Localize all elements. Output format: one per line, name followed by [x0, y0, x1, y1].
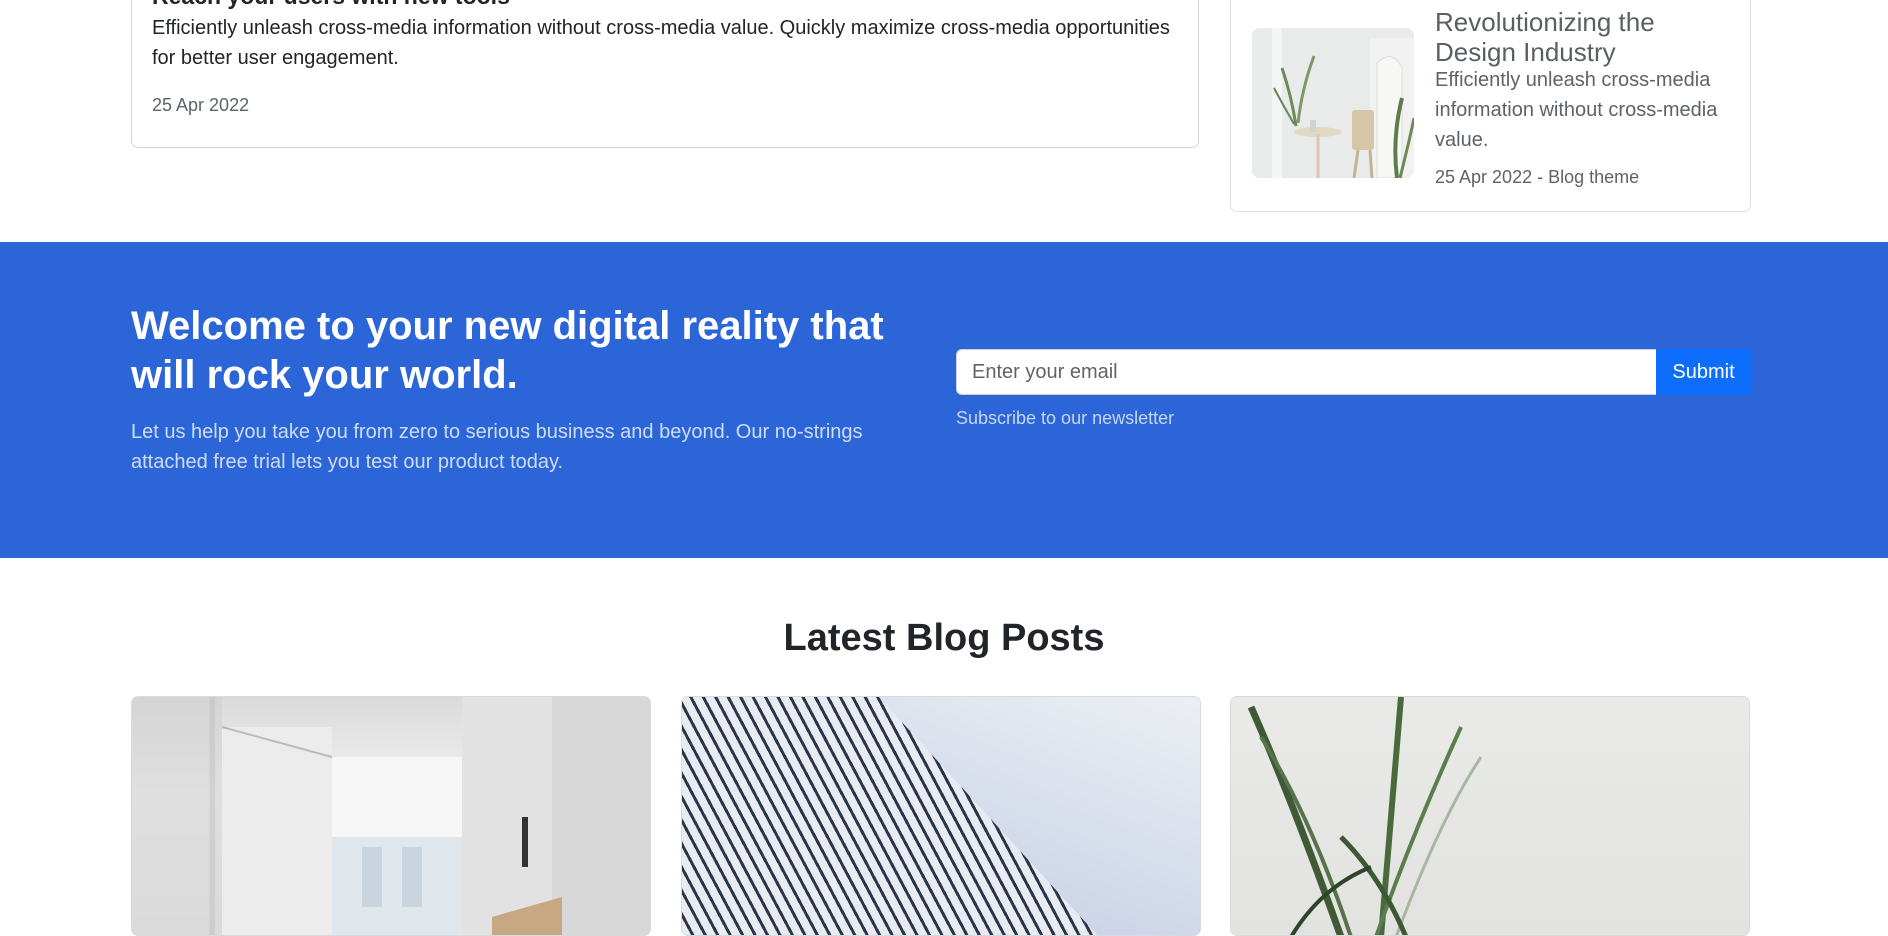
post-image-plant[interactable]	[1231, 697, 1749, 935]
submit-button[interactable]: Submit	[1656, 349, 1751, 395]
post-image-interior[interactable]	[132, 697, 650, 935]
featured-post-card[interactable]: Reach your users with new tools Efficien…	[131, 0, 1199, 148]
blog-post-card[interactable]	[1230, 696, 1750, 936]
side-post-text: Efficiently unleash cross-media informat…	[1435, 69, 1718, 151]
featured-post-text: Efficiently unleash cross-media informat…	[152, 17, 1170, 69]
blog-post-card[interactable]	[681, 696, 1201, 936]
sky-background	[878, 697, 1200, 935]
white-hallway-image	[132, 697, 650, 935]
banner-lead-text: Let us help you take you from zero to se…	[131, 421, 863, 473]
featured-post-date: 25 Apr 2022	[152, 95, 250, 115]
side-post-card[interactable]: Revolutionizing the Design Industry Effi…	[1230, 0, 1751, 212]
post-image-architecture[interactable]	[682, 697, 1200, 935]
plant-leaves-image	[1247, 697, 1483, 935]
side-post-title[interactable]: Revolutionizing the Design Industry	[1435, 7, 1735, 67]
latest-posts-title: Latest Blog Posts	[783, 617, 1105, 659]
newsletter-banner: Welcome to your new digital reality that…	[0, 242, 1888, 558]
side-post-image[interactable]	[1252, 28, 1414, 178]
featured-post-title[interactable]: Reach your users with new tools	[152, 0, 510, 10]
email-input[interactable]	[956, 349, 1656, 395]
blog-post-card[interactable]	[131, 696, 651, 936]
side-post-meta: 25 Apr 2022 - Blog theme	[1435, 167, 1640, 187]
plant-interior-image	[1252, 28, 1414, 178]
newsletter-help-text: Subscribe to our newsletter	[956, 408, 1175, 428]
banner-heading: Welcome to your new digital reality that…	[131, 304, 884, 397]
